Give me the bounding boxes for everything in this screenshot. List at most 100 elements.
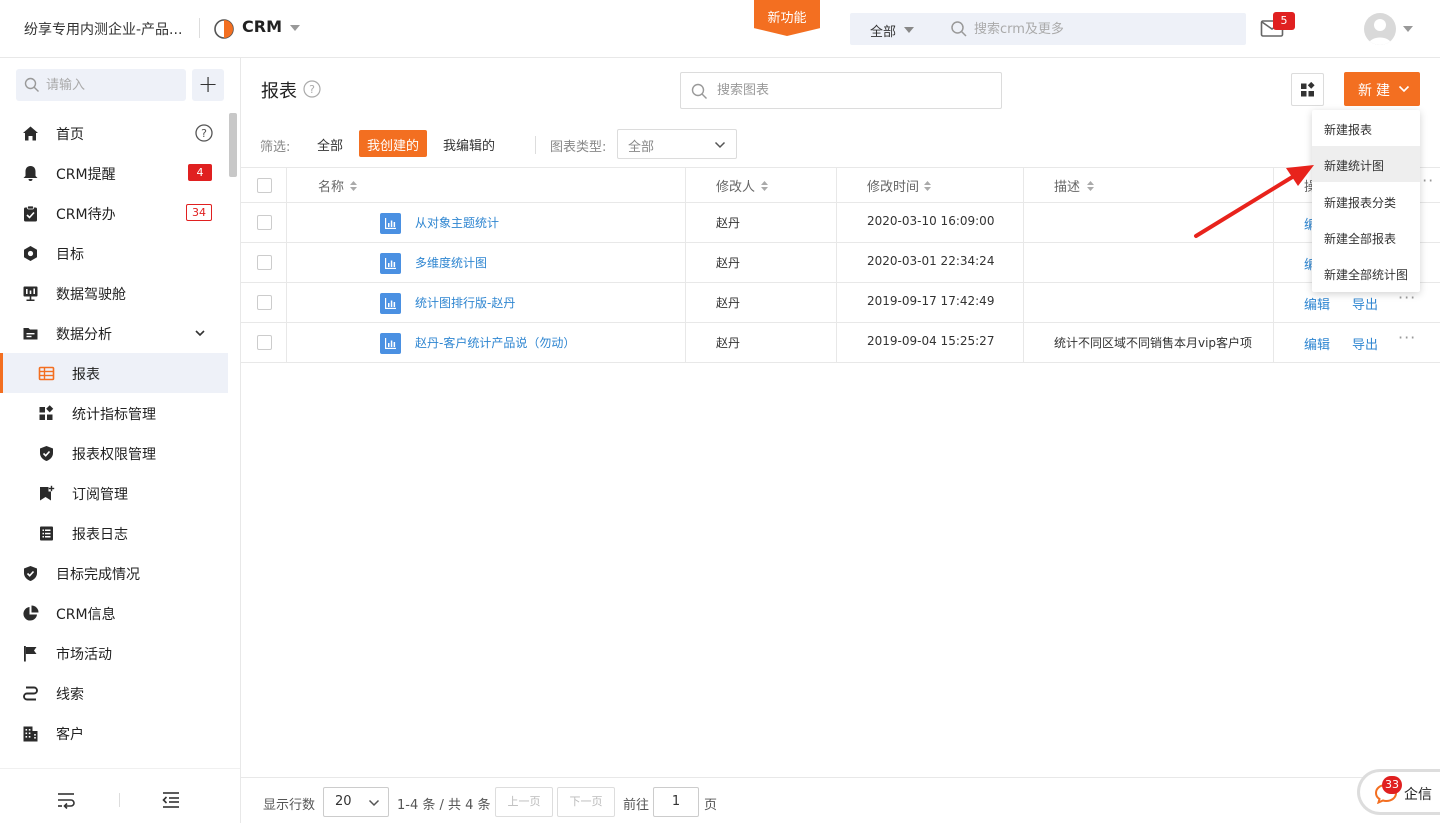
sidebar-search [16, 69, 186, 101]
bar-chart-icon [380, 333, 401, 354]
report-name-link[interactable]: 统计图排行版-赵丹 [415, 294, 515, 311]
filter-divider [535, 136, 536, 154]
next-page-button[interactable]: 下一页 [557, 787, 615, 817]
mail-count-badge: 5 [1273, 12, 1295, 30]
search-scope-select[interactable]: 全部 [870, 21, 896, 40]
sort-icon[interactable] [923, 180, 932, 192]
row-checkbox[interactable] [257, 295, 272, 310]
filter-label: 筛选: [260, 140, 291, 155]
new-button[interactable]: 新建 [1344, 72, 1420, 106]
todo-count-badge: 34 [186, 204, 212, 221]
column-header-name[interactable]: 名称 [318, 176, 344, 195]
more-icon[interactable]: ··· [1398, 328, 1416, 347]
app-name[interactable]: CRM [242, 17, 282, 36]
select-all-checkbox[interactable] [257, 178, 272, 193]
qixin-label: 企信 [1404, 787, 1432, 803]
sidebar-search-input[interactable] [46, 69, 181, 101]
company-name[interactable]: 纷享专用内测企业-产品... [24, 19, 194, 39]
user-icon [1368, 19, 1392, 45]
sidebar-item-crm-todo[interactable]: CRM待办 34 [0, 193, 228, 233]
sort-icon[interactable] [1086, 180, 1095, 192]
filter-all[interactable]: 全部 [309, 130, 351, 157]
modified-time-cell: 2020-03-10 16:09:00 [867, 214, 995, 228]
widgets-view-button[interactable] [1291, 73, 1324, 106]
verified-icon [24, 566, 37, 581]
sidebar-item-customers[interactable]: 客户 [0, 713, 228, 753]
sidebar-item-crm-reminder[interactable]: CRM提醒 4 [0, 153, 228, 193]
plus-icon[interactable]: + [192, 69, 224, 101]
chevron-down-icon[interactable] [194, 327, 206, 339]
sidebar-item-data-cockpit[interactable]: 数据驾驶舱 [0, 273, 228, 313]
table-row[interactable]: 多维度统计图 赵丹 2020-03-01 22:34:24 编辑 导出 ··· [241, 243, 1440, 283]
sidebar-item-crm-info[interactable]: CRM信息 [0, 593, 228, 633]
chart-search-input[interactable] [717, 73, 987, 108]
wrap-text-icon[interactable] [56, 791, 76, 809]
top-header: 纷享专用内测企业-产品... CRM 新功能 全部 5 [0, 0, 1440, 58]
column-header-modified-time[interactable]: 修改时间 [867, 176, 919, 195]
sidebar-scrollbar[interactable] [229, 113, 237, 177]
goto-label: 前往 [623, 798, 650, 813]
row-checkbox[interactable] [257, 255, 272, 270]
pagination: 显示行数 20 1-4 条 / 共 4 条 上一页 下一页 前往 1 页 [241, 777, 1440, 823]
chart-type-select[interactable]: 全部 [617, 129, 737, 159]
chart-search [680, 72, 1002, 109]
folder-icon [23, 328, 38, 340]
sidebar: + 首页 ? CRM提醒 4 CRM待办 34 目标 数据驾驶舱 数据分析 [0, 58, 241, 823]
global-search-input[interactable] [974, 13, 1234, 45]
row-checkbox[interactable] [257, 335, 272, 350]
user-menu-caret-icon[interactable] [1403, 26, 1413, 32]
row-checkbox[interactable] [257, 215, 272, 230]
sidebar-item-data-analysis[interactable]: 数据分析 [0, 313, 228, 353]
menu-item-new-all-charts[interactable]: 新建全部统计图 [1312, 255, 1420, 291]
export-link[interactable]: 导出 [1352, 334, 1378, 353]
report-name-link[interactable]: 赵丹-客户统计产品说（勿动） [415, 334, 575, 351]
chevron-down-icon[interactable] [904, 27, 914, 33]
column-header-modifier[interactable]: 修改人 [716, 176, 755, 195]
page-suffix: 页 [704, 798, 718, 813]
menu-item-new-report[interactable]: 新建报表 [1312, 110, 1420, 146]
app-switch-caret-icon[interactable] [290, 25, 300, 31]
sidebar-item-subscriptions[interactable]: 订阅管理 [0, 473, 228, 513]
avatar[interactable] [1364, 13, 1396, 45]
sidebar-item-metric-management[interactable]: 统计指标管理 [0, 393, 228, 433]
sidebar-item-marketing[interactable]: 市场活动 [0, 633, 228, 673]
sidebar-item-target-completion[interactable]: 目标完成情况 [0, 553, 228, 593]
table-row[interactable]: 赵丹-客户统计产品说（勿动） 赵丹 2019-09-04 15:25:27 统计… [241, 323, 1440, 363]
menu-item-new-all-reports[interactable]: 新建全部报表 [1312, 219, 1420, 255]
edit-link[interactable]: 编辑 [1304, 334, 1330, 353]
collapse-menu-icon[interactable] [161, 791, 181, 809]
modified-time-cell: 2019-09-17 17:42:49 [867, 294, 995, 308]
sidebar-item-target[interactable]: 目标 [0, 233, 228, 273]
report-name-link[interactable]: 多维度统计图 [415, 254, 487, 271]
edit-link[interactable]: 编辑 [1304, 294, 1330, 313]
shield-check-icon [40, 446, 53, 461]
report-name-link[interactable]: 从对象主题统计 [415, 214, 499, 231]
new-feature-ribbon[interactable]: 新功能 [754, 0, 820, 36]
sort-icon[interactable] [349, 180, 358, 192]
page-size-select[interactable]: 20 [323, 787, 389, 817]
sidebar-item-reports[interactable]: 报表 [0, 353, 228, 393]
help-icon[interactable]: ? [195, 124, 213, 142]
sidebar-item-report-permissions[interactable]: 报表权限管理 [0, 433, 228, 473]
column-header-description[interactable]: 描述 [1054, 176, 1080, 195]
home-icon [23, 126, 38, 141]
export-link[interactable]: 导出 [1352, 294, 1378, 313]
help-icon[interactable]: ? [303, 80, 321, 98]
filter-created-by-me[interactable]: 我创建的 [359, 130, 428, 157]
building-icon [23, 726, 38, 742]
menu-item-new-chart[interactable]: 新建统计图 [1312, 146, 1420, 182]
qixin-chat-button[interactable]: 33 企信 [1357, 769, 1440, 815]
search-icon [951, 21, 967, 37]
modifier-cell: 赵丹 [716, 336, 741, 350]
prev-page-button[interactable]: 上一页 [495, 787, 553, 817]
sort-icon[interactable] [760, 180, 769, 192]
search-icon [691, 83, 707, 99]
sidebar-item-home[interactable]: 首页 ? [0, 113, 228, 153]
sidebar-item-leads[interactable]: 线索 [0, 673, 228, 713]
modifier-cell: 赵丹 [716, 296, 741, 310]
filter-edited-by-me[interactable]: 我编辑的 [435, 130, 503, 157]
sidebar-item-report-log[interactable]: 报表日志 [0, 513, 228, 553]
menu-item-new-report-category[interactable]: 新建报表分类 [1312, 183, 1420, 219]
table-row[interactable]: 统计图排行版-赵丹 赵丹 2019-09-17 17:42:49 编辑 导出 ·… [241, 283, 1440, 323]
page-number-input[interactable]: 1 [653, 787, 699, 817]
